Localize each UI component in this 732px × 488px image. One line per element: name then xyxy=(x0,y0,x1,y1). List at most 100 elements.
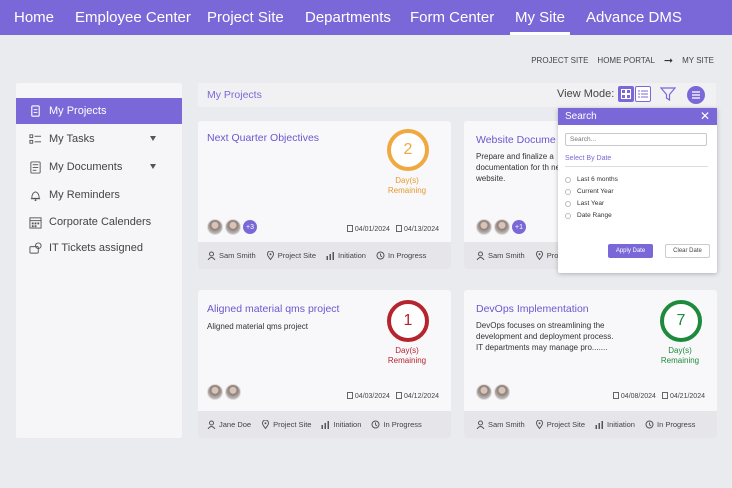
nav-departments[interactable]: Departments xyxy=(305,0,391,35)
projects-icon xyxy=(28,104,42,118)
remaining-label: Remaining xyxy=(387,186,427,195)
days-remaining-ring: 2 xyxy=(387,129,429,171)
extra-members-badge[interactable]: +3 xyxy=(243,220,257,234)
calendar-icon xyxy=(346,225,353,232)
radio-last-year[interactable]: Last Year xyxy=(565,200,604,207)
avatar[interactable] xyxy=(494,219,510,235)
avatar[interactable] xyxy=(225,219,241,235)
nav-my-site[interactable]: My Site xyxy=(509,0,571,35)
project-card[interactable]: Aligned material qms project Aligned mat… xyxy=(198,290,451,438)
project-dates: 04/08/2024 04/21/2024 xyxy=(612,392,705,400)
history-icon xyxy=(645,420,654,429)
project-title[interactable]: DevOps Implementation xyxy=(476,303,589,315)
menu-icon[interactable] xyxy=(687,86,705,104)
project-card[interactable]: DevOps Implementation DevOps focuses on … xyxy=(464,290,717,438)
sidebar-item-my-tasks[interactable]: My Tasks xyxy=(16,126,182,152)
project-owner: Sam Smith xyxy=(488,420,525,429)
user-icon xyxy=(476,420,485,429)
arrow-right-icon: ➞ xyxy=(663,54,674,67)
sidebar-item-my-reminders[interactable]: My Reminders xyxy=(16,182,182,208)
avatar[interactable] xyxy=(476,219,492,235)
radio-circle[interactable] xyxy=(565,176,571,183)
nav-home[interactable]: Home xyxy=(14,0,54,35)
radio-label: Current Year xyxy=(577,188,614,195)
sidebar-item-my-documents[interactable]: My Documents xyxy=(16,154,182,180)
calendar-icon xyxy=(395,392,402,399)
chevron-down-icon[interactable] xyxy=(150,164,156,169)
tasks-icon xyxy=(28,132,42,146)
radio-circle[interactable] xyxy=(565,200,571,207)
radio-label: Date Range xyxy=(577,212,612,219)
breadcrumb: PROJECT SITE HOME PORTAL ➞ MY SITE xyxy=(531,54,714,67)
calendar-icon xyxy=(28,215,42,229)
radio-last-6-months[interactable]: Last 6 months xyxy=(565,176,618,183)
radio-circle[interactable] xyxy=(565,188,571,195)
avatar[interactable] xyxy=(207,384,223,400)
sidebar-item-label: My Tasks xyxy=(49,133,95,145)
radio-label: Last 6 months xyxy=(577,176,618,183)
avatar[interactable] xyxy=(494,384,510,400)
card-footer: Sam Smith Project Site Initiation In Pro… xyxy=(198,242,451,269)
project-card[interactable]: Next Quarter Objectives 2 Day(s) Remaini… xyxy=(198,121,451,269)
list-view-icon[interactable] xyxy=(635,86,651,102)
breadcrumb-home-portal[interactable]: HOME PORTAL xyxy=(597,56,655,65)
bar-chart-icon xyxy=(321,421,330,429)
end-date: 04/21/2024 xyxy=(669,393,705,400)
calendar-icon xyxy=(661,392,668,399)
radio-date-range[interactable]: Date Range xyxy=(565,212,612,219)
location-icon xyxy=(535,420,543,429)
project-site: Project Site xyxy=(277,251,317,260)
nav-employee-center[interactable]: Employee Center xyxy=(75,0,191,35)
bell-icon xyxy=(28,188,42,202)
view-mode-label: View Mode: xyxy=(557,88,615,100)
member-avatars: +1 xyxy=(476,219,526,235)
project-title[interactable]: Next Quarter Objectives xyxy=(207,132,319,144)
radio-current-year[interactable]: Current Year xyxy=(565,188,614,195)
card-footer: Sam Smith Project Site Initiation In Pro… xyxy=(464,411,717,438)
sidebar-item-label: IT Tickets assigned xyxy=(49,242,143,254)
user-icon xyxy=(207,420,216,429)
project-description: Prepare and finalize a documentation for… xyxy=(476,152,566,183)
nav-form-center[interactable]: Form Center xyxy=(410,0,494,35)
top-navigation: Home Employee Center Project Site Depart… xyxy=(0,0,732,35)
bar-chart-icon xyxy=(326,252,335,260)
project-owner: Sam Smith xyxy=(488,251,525,260)
sidebar-item-it-tickets[interactable]: IT Tickets assigned xyxy=(16,235,182,261)
search-input[interactable] xyxy=(565,133,707,146)
project-title[interactable]: Website Docume xyxy=(476,134,556,146)
nav-project-site[interactable]: Project Site xyxy=(207,0,284,35)
days-remaining-ring: 1 xyxy=(387,300,429,342)
project-title[interactable]: Aligned material qms project xyxy=(207,303,339,315)
days-label: Day(s) xyxy=(668,346,692,355)
extra-members-badge[interactable]: +1 xyxy=(512,220,526,234)
project-status: In Progress xyxy=(383,420,422,429)
user-icon xyxy=(476,251,485,260)
project-dates: 04/01/2024 04/13/2024 xyxy=(346,225,439,233)
history-icon xyxy=(376,251,385,260)
radio-label: Last Year xyxy=(577,200,605,207)
avatar[interactable] xyxy=(225,384,241,400)
start-date: 04/08/2024 xyxy=(620,393,656,400)
nav-advance-dms[interactable]: Advance DMS xyxy=(586,0,682,35)
project-dates: 04/03/2024 04/12/2024 xyxy=(346,392,439,400)
chevron-down-icon[interactable] xyxy=(150,136,156,141)
sidebar-item-my-projects[interactable]: My Projects xyxy=(16,98,182,124)
filter-icon[interactable] xyxy=(659,86,677,102)
apply-date-button[interactable]: Apply Date xyxy=(608,244,653,258)
projects-header: My Projects View Mode: xyxy=(198,83,716,107)
location-icon xyxy=(262,420,270,429)
grid-view-icon[interactable] xyxy=(618,86,634,102)
close-icon[interactable]: ✕ xyxy=(700,108,710,125)
user-icon xyxy=(207,251,216,260)
radio-circle[interactable] xyxy=(565,212,571,219)
clear-date-button[interactable]: Clear Date xyxy=(665,244,710,258)
avatar[interactable] xyxy=(476,384,492,400)
days-label: Day(s) xyxy=(395,346,419,355)
sidebar-item-corporate-calenders[interactable]: Corporate Calenders xyxy=(16,209,182,235)
calendar-icon xyxy=(395,225,402,232)
breadcrumb-project-site[interactable]: PROJECT SITE xyxy=(531,56,588,65)
project-site: Project Site xyxy=(546,420,586,429)
search-popover: Search ✕ Select By Date Last 6 months Cu… xyxy=(558,108,717,273)
avatar[interactable] xyxy=(207,219,223,235)
end-date: 04/12/2024 xyxy=(403,393,439,400)
